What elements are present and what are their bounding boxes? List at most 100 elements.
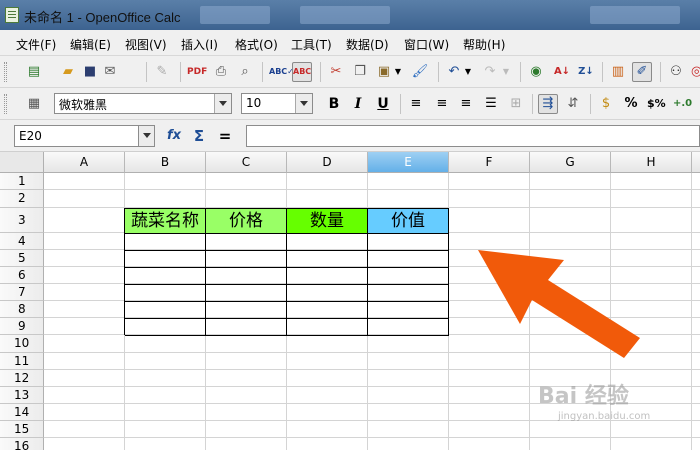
undo-dropdown[interactable]: ▼ [462,62,474,82]
menu-window[interactable]: 窗口(W) [404,36,449,53]
table-cell[interactable] [287,319,368,336]
menu-edit[interactable]: 编辑(E) [70,36,111,53]
sum-button[interactable]: Σ [189,126,209,146]
save-button[interactable]: ■ [80,62,100,82]
column-header-f[interactable]: F [449,152,530,173]
hyperlink-button[interactable]: ◉ [526,62,546,82]
column-header-c[interactable]: C [206,152,287,173]
formula-input[interactable] [246,125,700,147]
table-cell[interactable] [287,268,368,285]
table-cell[interactable] [287,285,368,302]
email-button[interactable]: ✉ [100,62,120,82]
draw-functions-button[interactable]: ✐ [632,62,652,82]
merge-cells-button[interactable]: ⊞ [506,94,526,114]
table-cell[interactable] [206,285,287,302]
sort-ascending-button[interactable]: A↓ [552,62,572,82]
table-cell[interactable] [125,268,206,285]
row-header-13[interactable]: 13 [0,387,44,404]
sort-descending-button[interactable]: Z↓ [576,62,596,82]
table-cell[interactable] [368,302,449,319]
menu-view[interactable]: 视图(V) [125,36,167,53]
menu-format[interactable]: 格式(O) [235,36,278,53]
table-cell[interactable] [287,234,368,251]
edit-file-button[interactable]: ✎ [152,62,172,82]
name-box-dropdown[interactable] [138,125,155,147]
row-header-9[interactable]: 9 [0,318,44,335]
column-header-h[interactable]: H [611,152,692,173]
column-header-a[interactable]: A [44,152,125,173]
paste-dropdown[interactable]: ▼ [392,62,404,82]
new-document-button[interactable]: ▤ [24,62,44,82]
table-cell[interactable] [206,319,287,336]
toolbar-grip[interactable] [4,62,7,82]
row-header-2[interactable]: 2 [0,190,44,208]
table-cell[interactable] [368,251,449,268]
spellcheck-button[interactable]: ABC✓ [268,62,294,82]
underline-button[interactable]: U [373,94,393,114]
print-preview-button[interactable]: ⌕ [235,62,255,82]
column-header-d[interactable]: D [287,152,368,173]
menu-help[interactable]: 帮助(H) [463,36,505,53]
column-header-b[interactable]: B [125,152,206,173]
header-cell-price[interactable]: 价格 [206,209,287,234]
table-cell[interactable] [368,285,449,302]
justify-button[interactable]: ☰ [481,94,501,114]
table-cell[interactable] [206,268,287,285]
row-header-10[interactable]: 10 [0,335,44,353]
table-cell[interactable] [125,234,206,251]
font-size-combo[interactable]: 10 [241,93,313,114]
text-left-to-right-button[interactable]: ⇶ [538,94,558,114]
table-cell[interactable] [368,268,449,285]
row-header-6[interactable]: 6 [0,267,44,284]
row-header-15[interactable]: 15 [0,421,44,438]
table-cell[interactable] [368,234,449,251]
column-header-e[interactable]: E [368,152,449,173]
currency-format-button[interactable]: $ [596,94,616,114]
font-name-combo[interactable]: 微软雅黑 [54,93,232,114]
row-header-1[interactable]: 1 [0,173,44,190]
table-cell[interactable] [287,302,368,319]
bold-button[interactable]: B [324,94,344,114]
row-header-5[interactable]: 5 [0,250,44,267]
row-header-16[interactable]: 16 [0,438,44,450]
select-all-corner[interactable] [0,152,44,173]
italic-button[interactable]: I [348,94,368,114]
row-header-8[interactable]: 8 [0,301,44,318]
table-cell[interactable] [206,251,287,268]
export-pdf-button[interactable]: PDF [186,62,207,82]
header-cell-quantity[interactable]: 数量 [287,209,368,234]
menu-file[interactable]: 文件(F) [16,36,56,53]
align-left-button[interactable]: ≡ [406,94,426,114]
align-right-button[interactable]: ≡ [456,94,476,114]
row-header-3[interactable]: 3 [0,208,44,233]
row-header-14[interactable]: 14 [0,404,44,421]
toolbar-grip[interactable] [4,94,7,114]
undo-button[interactable]: ↶ [444,62,464,82]
column-header-i[interactable] [692,152,700,173]
redo-dropdown[interactable]: ▼ [500,62,512,82]
row-header-4[interactable]: 4 [0,233,44,250]
chevron-down-icon[interactable] [214,94,231,113]
header-cell-value[interactable]: 价值 [368,209,449,234]
row-header-11[interactable]: 11 [0,353,44,370]
function-wizard-button[interactable]: fx [164,126,184,146]
table-cell[interactable] [206,234,287,251]
print-button[interactable]: ⎙ [211,62,231,82]
table-cell[interactable] [287,251,368,268]
styles-button[interactable]: ▦ [24,94,44,114]
menu-insert[interactable]: 插入(I) [181,36,218,53]
standard-format-button[interactable]: $% [646,94,666,114]
insert-chart-button[interactable]: ▥ [608,62,628,82]
table-cell[interactable] [125,251,206,268]
find-button[interactable]: ⚇ [666,62,686,82]
chevron-down-icon[interactable] [295,94,312,113]
table-cell[interactable] [368,319,449,336]
paste-button[interactable]: ▣ [374,62,394,82]
clone-formatting-button[interactable]: 🖌 [410,62,430,82]
align-center-button[interactable]: ≡ [432,94,452,114]
row-header-12[interactable]: 12 [0,370,44,387]
table-cell[interactable] [125,302,206,319]
navigator-button[interactable]: ◎ [690,62,700,82]
row-header-7[interactable]: 7 [0,284,44,301]
copy-button[interactable]: ❐ [350,62,370,82]
